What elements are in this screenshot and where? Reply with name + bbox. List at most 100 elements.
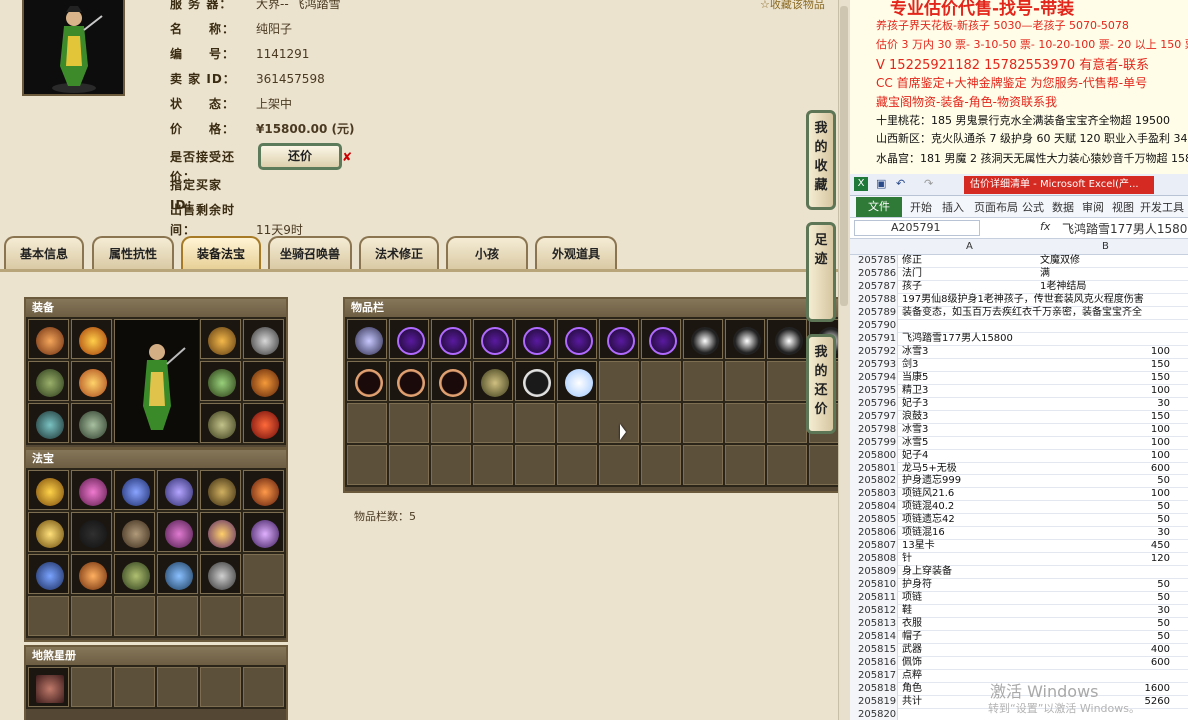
row-number[interactable]: 205808 bbox=[850, 553, 898, 567]
cell-value[interactable]: 600 bbox=[1151, 463, 1170, 476]
cell-a[interactable]: 衣服 bbox=[902, 618, 922, 631]
cell-a[interactable]: 浪鼓3 bbox=[902, 411, 928, 424]
row-number[interactable]: 205810 bbox=[850, 579, 898, 593]
cell-value[interactable]: 30 bbox=[1157, 605, 1170, 618]
table-row[interactable]: 205805 项链遗忘42 50 bbox=[850, 514, 1188, 528]
table-row[interactable]: 205790 bbox=[850, 319, 1188, 333]
cell-a[interactable]: 当康5 bbox=[902, 372, 928, 385]
cell-a[interactable]: 点粹 bbox=[902, 670, 922, 683]
equip-slot[interactable] bbox=[243, 319, 284, 359]
ribbon-tab-formula[interactable]: 公式 bbox=[1022, 199, 1044, 215]
redo-icon[interactable]: ↷ bbox=[924, 177, 933, 190]
undo-icon[interactable]: ↶ bbox=[896, 177, 905, 190]
table-row[interactable]: 205788 197男仙8级护身1老神孩子，传世套装风克火程度伤害 bbox=[850, 293, 1188, 307]
row-number[interactable]: 205813 bbox=[850, 618, 898, 632]
cell-value[interactable]: 30 bbox=[1157, 398, 1170, 411]
cell-value[interactable]: 450 bbox=[1151, 540, 1170, 553]
cell-a[interactable]: 冰雪5 bbox=[902, 437, 928, 450]
cell-value[interactable]: 5260 bbox=[1145, 696, 1170, 709]
equip-slot[interactable] bbox=[71, 361, 112, 401]
inventory-slot[interactable] bbox=[515, 319, 555, 359]
scroll-thumb[interactable] bbox=[840, 6, 848, 306]
cell-value[interactable]: 400 bbox=[1151, 644, 1170, 657]
treasure-slot[interactable] bbox=[114, 554, 155, 594]
cell-value[interactable]: 50 bbox=[1157, 592, 1170, 605]
row-number[interactable]: 205801 bbox=[850, 462, 898, 476]
cell-b[interactable]: 文魔双修 bbox=[1040, 255, 1080, 268]
inventory-slot[interactable] bbox=[767, 319, 807, 359]
tab-appearance[interactable]: 外观道具 bbox=[535, 236, 617, 270]
row-number[interactable]: 205797 bbox=[850, 410, 898, 424]
row-number[interactable]: 205811 bbox=[850, 592, 898, 606]
table-row[interactable]: 205785 修正 文魔双修 bbox=[850, 255, 1188, 268]
equip-slot[interactable] bbox=[243, 403, 284, 443]
my-favorites-button[interactable]: 我的收藏 bbox=[806, 110, 836, 210]
cell-a[interactable]: 身上穿装备 bbox=[902, 566, 952, 579]
cell-value[interactable]: 1600 bbox=[1145, 683, 1170, 696]
ribbon-tab-view[interactable]: 视图 bbox=[1112, 199, 1134, 215]
cell-value[interactable]: 50 bbox=[1157, 514, 1170, 527]
row-number[interactable]: 205786 bbox=[850, 267, 898, 281]
inventory-slot[interactable] bbox=[431, 361, 471, 401]
treasure-slot[interactable] bbox=[71, 554, 112, 594]
cell-value[interactable]: 120 bbox=[1151, 553, 1170, 566]
tab-equipment[interactable]: 装备法宝 bbox=[181, 236, 261, 270]
inventory-slot[interactable] bbox=[557, 361, 597, 401]
treasure-slot[interactable] bbox=[71, 512, 112, 552]
row-number[interactable]: 205800 bbox=[850, 449, 898, 463]
table-row[interactable]: 205809 身上穿装备 bbox=[850, 566, 1188, 580]
cell-value[interactable]: 50 bbox=[1157, 501, 1170, 514]
cell-a[interactable]: 项链混16 bbox=[902, 527, 945, 540]
table-row[interactable]: 205806 项链混16 30 bbox=[850, 527, 1188, 541]
cell-value[interactable]: 150 bbox=[1151, 411, 1170, 424]
row-number[interactable]: 205788 bbox=[850, 293, 898, 307]
tab-attributes[interactable]: 属性抗性 bbox=[92, 236, 174, 270]
footprint-button[interactable]: 足迹 bbox=[806, 222, 836, 322]
row-number[interactable]: 205806 bbox=[850, 527, 898, 541]
equip-slot[interactable] bbox=[28, 361, 69, 401]
equip-slot[interactable] bbox=[28, 319, 69, 359]
cell-b[interactable]: 满 bbox=[1040, 268, 1050, 281]
cell-a[interactable]: 飞鸿踏雪177男人15800 bbox=[902, 333, 1013, 346]
col-a-header[interactable]: A bbox=[966, 241, 973, 252]
cell-a[interactable]: 妃子3 bbox=[902, 398, 928, 411]
equip-slot[interactable] bbox=[200, 403, 241, 443]
table-row[interactable]: 205811 项链 50 bbox=[850, 592, 1188, 606]
table-row[interactable]: 205798 冰雪3 100 bbox=[850, 423, 1188, 437]
col-b-header[interactable]: B bbox=[1102, 241, 1109, 252]
treasure-slot[interactable] bbox=[157, 554, 198, 594]
row-number[interactable]: 205815 bbox=[850, 644, 898, 658]
ribbon-tab-data[interactable]: 数据 bbox=[1052, 199, 1074, 215]
table-row[interactable]: 205793 剑3 150 bbox=[850, 358, 1188, 372]
treasure-slot[interactable] bbox=[200, 470, 241, 510]
row-number[interactable]: 205816 bbox=[850, 657, 898, 671]
cell-a[interactable]: 精卫3 bbox=[902, 385, 928, 398]
table-row[interactable]: 205815 武器 400 bbox=[850, 644, 1188, 658]
name-box[interactable]: A205791 bbox=[854, 220, 980, 236]
row-number[interactable]: 205805 bbox=[850, 514, 898, 528]
row-number[interactable]: 205803 bbox=[850, 488, 898, 502]
cell-a[interactable]: 197男仙8级护身1老神孩子，传世套装风克火程度伤害 bbox=[902, 294, 1144, 307]
cell-a[interactable]: 护身符 bbox=[902, 579, 932, 592]
cell-value[interactable]: 600 bbox=[1151, 657, 1170, 670]
cell-a[interactable]: 项链遗忘42 bbox=[902, 514, 955, 527]
ribbon-tab-layout[interactable]: 页面布局 bbox=[974, 199, 1018, 215]
ribbon-tab-developer[interactable]: 开发工具 bbox=[1140, 199, 1184, 215]
row-number[interactable]: 205791 bbox=[850, 332, 898, 346]
save-icon[interactable]: ▣ bbox=[876, 177, 886, 190]
table-row[interactable]: 205786 法门 满 bbox=[850, 267, 1188, 281]
table-row[interactable]: 205797 浪鼓3 150 bbox=[850, 410, 1188, 424]
cell-a[interactable]: 项链风21.6 bbox=[902, 488, 954, 501]
table-row[interactable]: 205787 孩子 1老神结局 bbox=[850, 280, 1188, 294]
formula-content[interactable]: 飞鸿踏雪177男人15800 bbox=[1062, 220, 1188, 237]
cell-a[interactable]: 武器 bbox=[902, 644, 922, 657]
cell-value[interactable]: 50 bbox=[1157, 579, 1170, 592]
cell-a[interactable]: 修正 bbox=[902, 255, 922, 268]
ribbon-tab-home[interactable]: 开始 bbox=[910, 199, 932, 215]
row-number[interactable]: 205795 bbox=[850, 384, 898, 398]
cell-a[interactable]: 法门 bbox=[902, 268, 922, 281]
row-number[interactable]: 205796 bbox=[850, 397, 898, 411]
table-row[interactable]: 205801 龙马5+无极 600 bbox=[850, 462, 1188, 476]
treasure-slot[interactable] bbox=[71, 470, 112, 510]
row-number[interactable]: 205817 bbox=[850, 670, 898, 683]
